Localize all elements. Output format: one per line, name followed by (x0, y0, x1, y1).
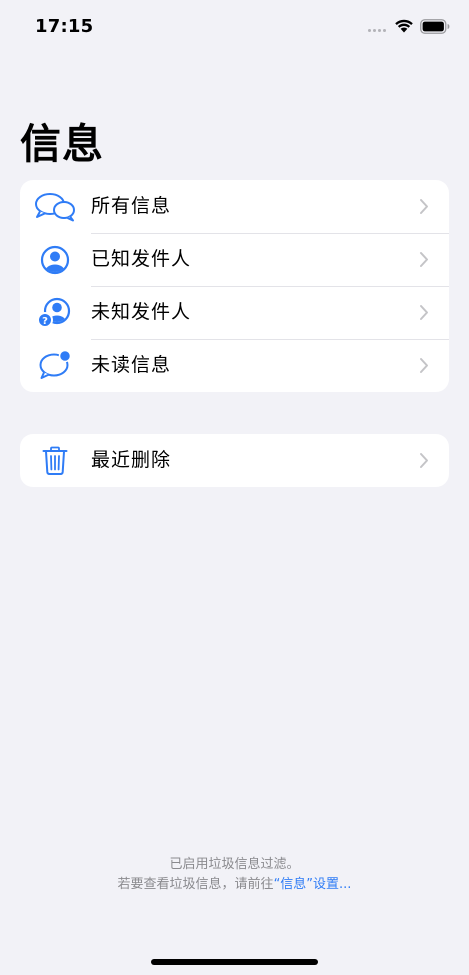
battery-icon (420, 19, 450, 34)
filter-row-known-senders[interactable]: 已知发件人 (20, 233, 449, 286)
footer-line-2-text: 若要查看垃圾信息，请前往 (117, 877, 274, 892)
messages-settings-link[interactable]: “信息”设置... (274, 877, 352, 892)
chevron-right-icon (420, 305, 428, 320)
status-bar: 17:15 (0, 0, 469, 54)
chevron-right-icon (420, 358, 428, 373)
messages-filter-screen: 17:15 信息 所有信息 已知发件人 ? 未知发件人 未读信息 最近删除 已启… (0, 0, 469, 975)
filter-row-unknown-senders[interactable]: ? 未知发件人 (20, 286, 449, 339)
recently-deleted-row[interactable]: 最近删除 (20, 434, 449, 487)
recently-deleted-list: 最近删除 (20, 434, 449, 487)
footer-line-1: 已启用垃圾信息过滤。 (169, 857, 300, 872)
home-indicator[interactable] (151, 959, 318, 965)
filter-label: 所有信息 (91, 195, 172, 217)
person-circle-icon (33, 243, 77, 277)
chevron-right-icon (420, 199, 428, 214)
chevron-right-icon (420, 453, 428, 468)
status-time: 17:15 (35, 16, 94, 37)
filter-label: 未读信息 (91, 354, 172, 376)
footer-line-2: 若要查看垃圾信息，请前往“信息”设置... (0, 875, 469, 895)
trash-icon (33, 444, 77, 478)
recently-deleted-label: 最近删除 (91, 449, 172, 471)
wifi-icon (395, 19, 413, 33)
spam-filter-footer: 已启用垃圾信息过滤。 若要查看垃圾信息，请前往“信息”设置... (0, 855, 469, 895)
person-question-icon: ? (33, 296, 77, 330)
chevron-right-icon (420, 252, 428, 267)
speech-bubble-unread-icon (33, 349, 77, 383)
filter-label: 已知发件人 (91, 248, 192, 270)
cellular-signal-icon (368, 29, 390, 35)
filter-row-unread-messages[interactable]: 未读信息 (20, 339, 449, 392)
filters-list: 所有信息 已知发件人 ? 未知发件人 未读信息 (20, 180, 449, 392)
svg-text:?: ? (42, 316, 48, 327)
filter-row-all-messages[interactable]: 所有信息 (20, 180, 449, 233)
page-title: 信息 (20, 120, 104, 168)
two-speech-bubbles-icon (33, 190, 77, 224)
filter-label: 未知发件人 (91, 301, 192, 323)
